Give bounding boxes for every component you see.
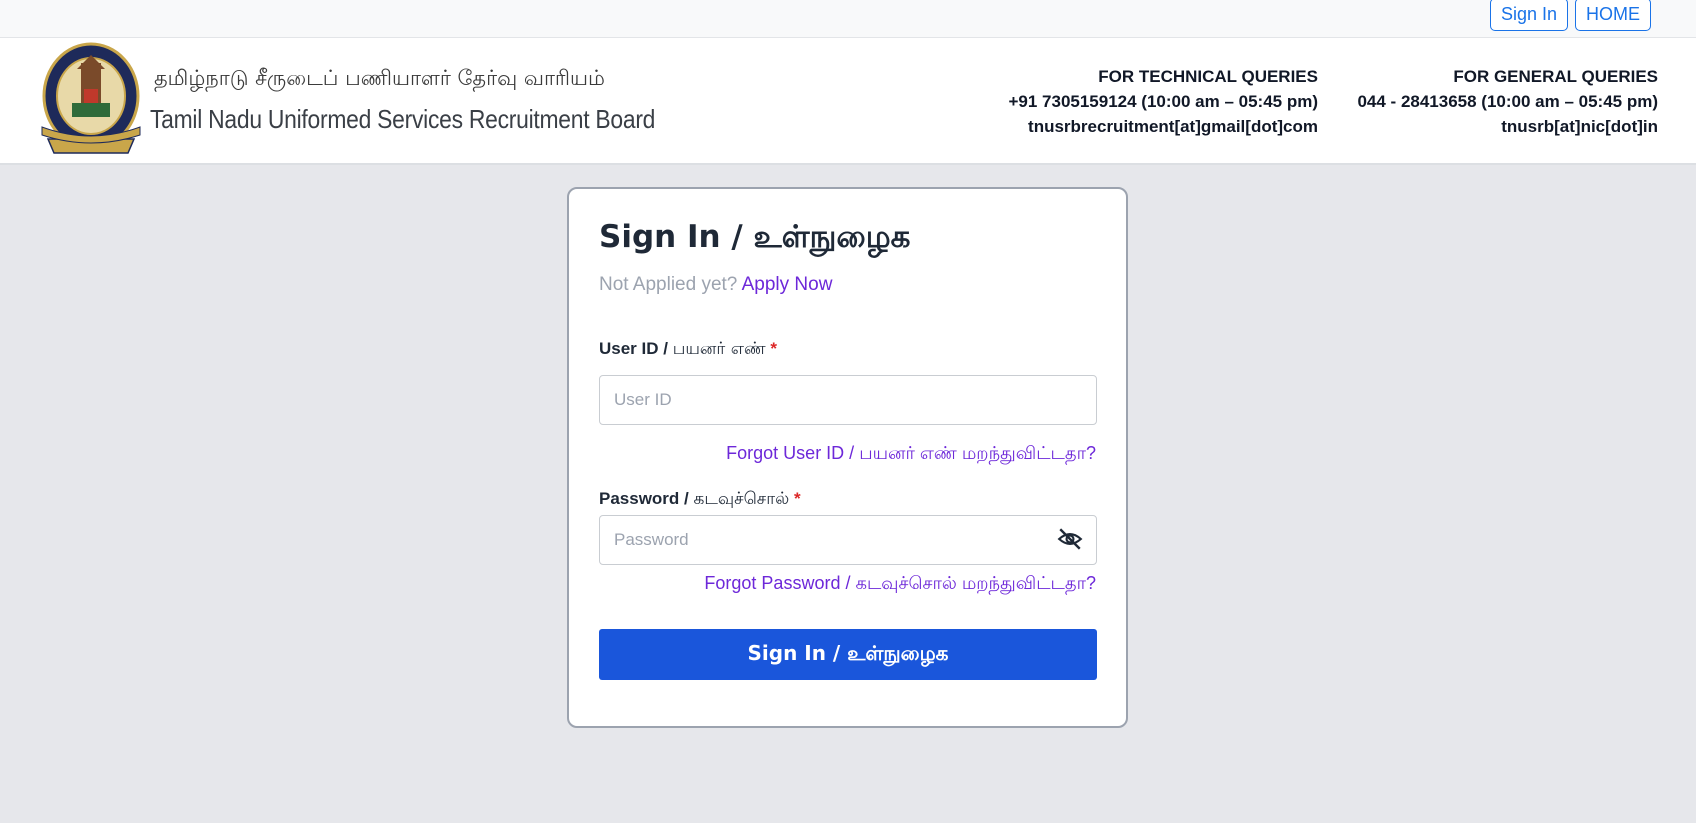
apply-prompt: Not Applied yet? Apply Now — [599, 274, 832, 296]
general-email: tnusrb[at]nic[dot]in — [1501, 117, 1658, 136]
required-mark: * — [793, 489, 801, 508]
forgot-userid-link[interactable]: Forgot User ID / பயனர் எண் மறந்துவிட்டதா… — [726, 443, 1096, 466]
required-mark: * — [770, 339, 777, 358]
sign-in-button[interactable]: Sign In — [1490, 0, 1569, 31]
eye-slash-icon[interactable] — [1057, 526, 1083, 552]
org-name-tamil: தமிழ்நாடு சீருடைப் பணியாளர் தேர்வு வாரிய… — [154, 66, 605, 90]
userid-input[interactable] — [599, 375, 1097, 425]
password-input[interactable] — [599, 515, 1097, 565]
site-header: தமிழ்நாடு சீருடைப் பணியாளர் தேர்வு வாரிய… — [0, 38, 1696, 165]
sign-in-submit-button[interactable]: Sign In / உள்நுழைக — [599, 629, 1097, 680]
general-phone: 044 - 28413658 (10:00 am – 05:45 pm) — [1357, 92, 1658, 111]
sign-in-card: Sign In / உள்நுழைக Not Applied yet? Appl… — [567, 187, 1128, 728]
org-name-english: Tamil Nadu Uniformed Services Recruitmen… — [150, 104, 656, 134]
not-applied-text: Not Applied yet? — [599, 274, 738, 295]
home-button[interactable]: HOME — [1575, 0, 1651, 31]
top-bar: Sign In HOME — [0, 0, 1696, 38]
sign-in-title: Sign In / உள்நுழைக — [599, 219, 911, 255]
general-queries-block: FOR GENERAL QUERIES 044 - 28413658 (10:0… — [1357, 64, 1658, 139]
password-label: Password / கடவுச்சொல் * — [599, 489, 801, 511]
password-label-text: Password / — [599, 489, 694, 508]
general-queries-heading: FOR GENERAL QUERIES — [1453, 67, 1658, 86]
apply-now-link[interactable]: Apply Now — [742, 274, 833, 295]
userid-label: User ID / பயனர் எண் * — [599, 339, 777, 361]
forgot-password-link[interactable]: Forgot Password / கடவுச்சொல் மறந்துவிட்ட… — [704, 573, 1096, 596]
userid-label-text: User ID / — [599, 339, 673, 358]
tnusrb-emblem-icon — [41, 42, 141, 154]
technical-email: tnusrbrecruitment[at]gmail[dot]com — [1028, 117, 1318, 136]
technical-queries-heading: FOR TECHNICAL QUERIES — [1098, 67, 1318, 86]
technical-phone: +91 7305159124 (10:00 am – 05:45 pm) — [1008, 92, 1318, 111]
technical-queries-block: FOR TECHNICAL QUERIES +91 7305159124 (10… — [1008, 64, 1318, 139]
userid-label-tamil: பயனர் எண் — [672, 339, 766, 359]
password-label-tamil: கடவுச்சொல் — [693, 489, 790, 509]
